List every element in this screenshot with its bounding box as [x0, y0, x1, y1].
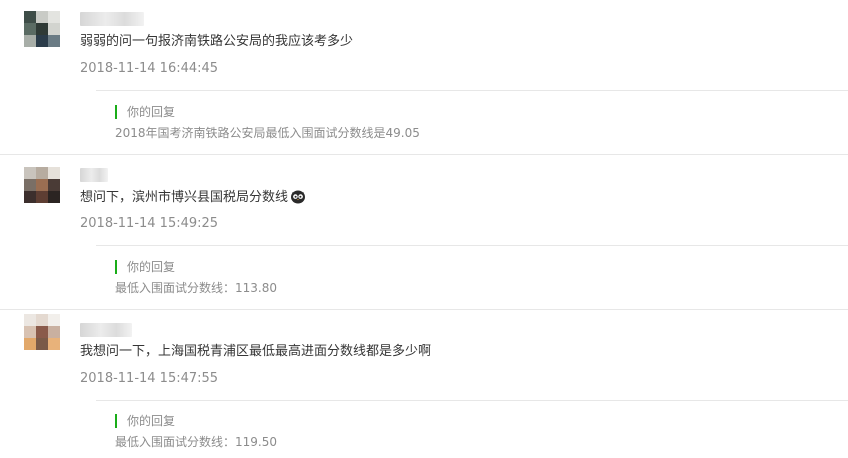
avatar-pixel — [48, 35, 60, 47]
comment-time: 2018-11-14 15:47:55 — [80, 371, 219, 386]
avatar-pixel — [36, 167, 48, 179]
reply-label: 你的回复 — [127, 414, 176, 428]
comment-item: 弱弱的问一句报济南铁路公安局的我应该考多少 2018-11-14 16:44:4… — [0, 0, 848, 155]
avatar-pixel — [36, 191, 48, 203]
avatar-pixel — [24, 23, 36, 35]
reply-indicator-bar — [115, 414, 117, 428]
reply-content: 2018年国考济南铁路公安局最低入围面试分数线是49.05 — [115, 126, 420, 140]
avatar-pixel — [36, 326, 48, 338]
avatar-pixel — [24, 179, 36, 191]
avatar-pixel — [36, 11, 48, 23]
reply-label: 你的回复 — [127, 260, 176, 274]
avatar-pixel — [36, 23, 48, 35]
reply-content: 最低入围面试分数线：113.80 — [115, 281, 277, 295]
avatar-pixel — [48, 191, 60, 203]
avatar-pixel — [48, 326, 60, 338]
owl-emoji-icon — [291, 190, 306, 204]
avatar-pixel — [48, 11, 60, 23]
nickname-blurred — [80, 12, 144, 26]
avatar-pixel — [48, 167, 60, 179]
avatar-pixel — [48, 23, 60, 35]
avatar-pixel — [24, 167, 36, 179]
reply-indicator-bar — [115, 105, 117, 119]
comment-text: 想问下，滨州市博兴县国税局分数线 — [80, 190, 289, 205]
nickname-blurred — [80, 168, 108, 182]
comment-content: 弱弱的问一句报济南铁路公安局的我应该考多少 — [80, 34, 354, 49]
divider — [96, 90, 848, 91]
avatar-pixel — [24, 11, 36, 23]
avatar-pixel — [24, 314, 36, 326]
comment-item: 想问下，滨州市博兴县国税局分数线 2018-11-14 15:49:25 你的回… — [0, 155, 848, 310]
avatar-pixel — [48, 179, 60, 191]
comment-content: 我想问一下，上海国税青浦区最低最高进面分数线都是多少啊 — [80, 344, 432, 359]
avatar-pixel — [24, 326, 36, 338]
divider — [96, 400, 848, 401]
avatar-pixel — [36, 314, 48, 326]
avatar-pixel — [48, 338, 60, 350]
avatar[interactable] — [24, 167, 60, 203]
reply-indicator-bar — [115, 260, 117, 274]
avatar[interactable] — [24, 314, 60, 350]
avatar-pixel — [24, 191, 36, 203]
reply-content: 最低入围面试分数线：119.50 — [115, 435, 277, 449]
comment-time: 2018-11-14 16:44:45 — [80, 61, 219, 76]
avatar[interactable] — [24, 11, 60, 47]
nickname-blurred — [80, 323, 132, 337]
comment-item: 我想问一下，上海国税青浦区最低最高进面分数线都是多少啊 2018-11-14 1… — [0, 310, 848, 458]
avatar-pixel — [36, 338, 48, 350]
divider — [96, 245, 848, 246]
avatar-pixel — [24, 35, 36, 47]
avatar-pixel — [48, 314, 60, 326]
avatar-pixel — [36, 179, 48, 191]
comment-time: 2018-11-14 15:49:25 — [80, 216, 219, 231]
reply-label: 你的回复 — [127, 105, 176, 119]
comment-content: 想问下，滨州市博兴县国税局分数线 — [80, 188, 306, 207]
avatar-pixel — [36, 35, 48, 47]
avatar-pixel — [24, 338, 36, 350]
